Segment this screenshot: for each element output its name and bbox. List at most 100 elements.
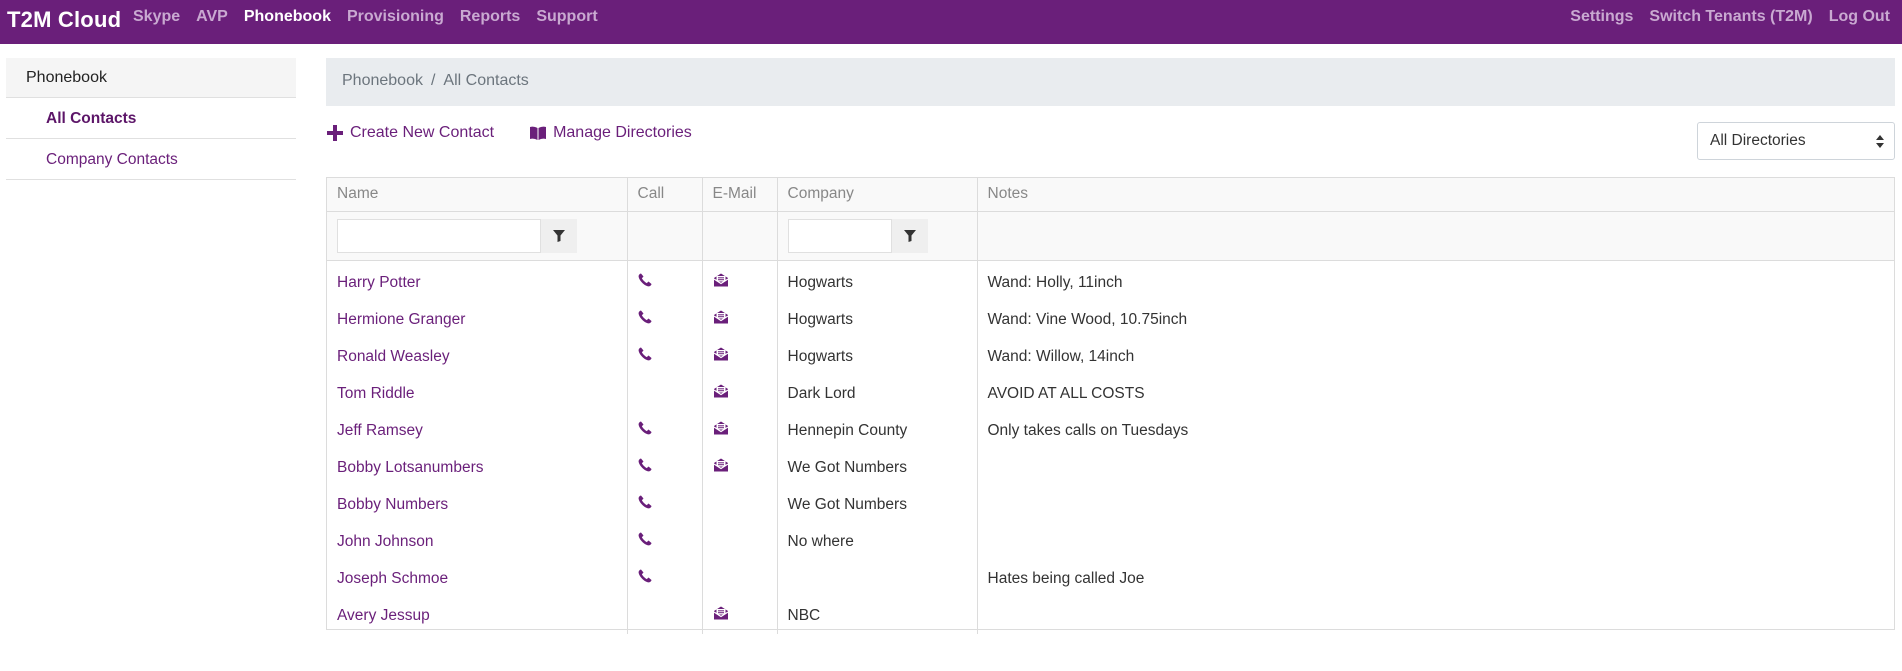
- contact-rows: Harry Potter Hogwarts Wand: Holly, 11inch H…: [327, 260, 1894, 634]
- plus-icon: [327, 125, 343, 141]
- contact-name-link[interactable]: Harry Potter: [337, 274, 421, 291]
- email-icon[interactable]: [713, 606, 729, 625]
- table-row: Bobby Numbers We Got Numbers: [327, 486, 1894, 523]
- table-row: Jeff Ramsey Hennepin County Only takes cal…: [327, 412, 1894, 449]
- contact-notes: Wand: Vine Wood, 10.75inch: [987, 310, 1188, 328]
- company-filter-button[interactable]: [891, 218, 928, 253]
- name-filter: [337, 218, 617, 253]
- sort-caret-icon: [1876, 135, 1884, 148]
- nav-avp[interactable]: AVP: [196, 8, 228, 26]
- top-navbar: T2M Cloud Skype AVP Phonebook Provisioni…: [0, 0, 1902, 44]
- nav-settings[interactable]: Settings: [1570, 8, 1633, 26]
- table-row: Harry Potter Hogwarts Wand: Holly, 11inch: [327, 260, 1894, 301]
- action-bar: Create New Contact Manage Directories: [326, 124, 727, 142]
- sidebar-item-all-contacts[interactable]: All Contacts: [6, 98, 296, 139]
- phone-icon[interactable]: [638, 532, 652, 551]
- nav-phonebook[interactable]: Phonebook: [244, 8, 331, 26]
- nav-support[interactable]: Support: [536, 8, 597, 26]
- breadcrumb-separator: /: [430, 72, 436, 89]
- column-header-call[interactable]: Call: [627, 178, 703, 212]
- email-icon[interactable]: [713, 273, 729, 292]
- table-row: John Johnson No where: [327, 523, 1894, 560]
- book-icon: [530, 126, 547, 140]
- contact-notes: Only takes calls on Tuesdays: [987, 421, 1189, 439]
- contact-company: We Got Numbers: [777, 486, 978, 523]
- contact-notes: Hates being called Joe: [987, 569, 1145, 587]
- email-icon[interactable]: [713, 347, 729, 366]
- company-filter-input[interactable]: [787, 218, 892, 253]
- contact-name-link[interactable]: Joseph Schmoe: [337, 570, 448, 587]
- nav-switch-tenants[interactable]: Switch Tenants (T2M): [1649, 8, 1812, 26]
- contact-notes: [977, 523, 1894, 560]
- contact-company: Hogwarts: [777, 260, 978, 301]
- column-header-notes[interactable]: Notes: [977, 178, 1894, 212]
- email-icon[interactable]: [713, 458, 729, 477]
- contact-notes: [977, 449, 1894, 486]
- contact-name-link[interactable]: Jeff Ramsey: [337, 422, 423, 439]
- email-icon[interactable]: [713, 421, 729, 440]
- column-header-name[interactable]: Name: [327, 178, 628, 212]
- manage-directories-label: Manage Directories: [553, 124, 692, 141]
- nav-log-out[interactable]: Log Out: [1829, 8, 1890, 26]
- contacts-table: Name Call E-Mail Company Notes Harry Pot…: [326, 177, 1895, 634]
- table-row: Hermione Granger Hogwarts Wand: Vine Wood,…: [327, 301, 1894, 338]
- contact-name-link[interactable]: Bobby Lotsanumbers: [337, 459, 483, 476]
- table-row: Tom Riddle Dark Lord AVOID AT ALL COSTS: [327, 375, 1894, 412]
- contact-company: Dark Lord: [777, 375, 978, 412]
- phone-icon[interactable]: [638, 421, 652, 440]
- sidebar-item-company-contacts[interactable]: Company Contacts: [6, 139, 296, 180]
- sidebar-header: Phonebook: [6, 58, 296, 98]
- contact-notes: Wand: Willow, 14inch: [987, 347, 1135, 365]
- table-row: Ronald Weasley Hogwarts Wand: Willow, 14in…: [327, 338, 1894, 375]
- contact-name-link[interactable]: Avery Jessup: [337, 607, 430, 624]
- filter-icon: [553, 229, 565, 242]
- nav-reports[interactable]: Reports: [460, 8, 520, 26]
- company-filter: [787, 218, 967, 253]
- create-contact-button[interactable]: Create New Contact: [326, 124, 494, 142]
- contact-name-link[interactable]: Ronald Weasley: [337, 348, 450, 365]
- contact-company: Hennepin County: [777, 412, 978, 449]
- directory-select[interactable]: All Directories: [1697, 122, 1895, 160]
- nav-provisioning[interactable]: Provisioning: [347, 8, 444, 26]
- nav-left: Skype AVP Phonebook Provisioning Reports…: [133, 8, 598, 26]
- breadcrumb: Phonebook / All Contacts: [326, 58, 1895, 106]
- phone-icon[interactable]: [638, 495, 652, 514]
- contact-company: [777, 560, 978, 597]
- contact-name-link[interactable]: John Johnson: [337, 533, 434, 550]
- nav-right: Settings Switch Tenants (T2M) Log Out: [1570, 8, 1890, 26]
- sidebar: Phonebook All Contacts Company Contacts: [6, 58, 296, 180]
- phone-icon[interactable]: [638, 458, 652, 477]
- breadcrumb-phonebook[interactable]: Phonebook: [342, 72, 423, 89]
- column-header-email[interactable]: E-Mail: [702, 178, 778, 212]
- directory-select-value: All Directories: [1710, 132, 1806, 149]
- contact-notes: [977, 597, 1894, 634]
- contact-company: We Got Numbers: [777, 449, 978, 486]
- manage-directories-button[interactable]: Manage Directories: [529, 124, 692, 142]
- contact-company: No where: [777, 523, 978, 560]
- brand-logo[interactable]: T2M Cloud: [7, 7, 121, 33]
- contact-notes: Wand: Holly, 11inch: [987, 273, 1123, 291]
- email-icon[interactable]: [713, 384, 729, 403]
- filter-icon: [903, 229, 916, 242]
- name-filter-button[interactable]: [541, 218, 577, 253]
- contact-company: Hogwarts: [777, 338, 978, 375]
- email-icon[interactable]: [713, 310, 729, 329]
- column-header-company[interactable]: Company: [777, 178, 978, 212]
- contact-notes: [977, 486, 1894, 523]
- contact-name-link[interactable]: Bobby Numbers: [337, 496, 448, 513]
- nav-skype[interactable]: Skype: [133, 8, 180, 26]
- breadcrumb-current: All Contacts: [443, 72, 529, 89]
- contact-name-link[interactable]: Hermione Granger: [337, 311, 465, 328]
- table-row: Joseph Schmoe Hates being called Joe: [327, 560, 1894, 597]
- phone-icon[interactable]: [638, 347, 652, 366]
- phone-icon[interactable]: [638, 310, 652, 329]
- table-row: Avery Jessup NBC: [327, 597, 1894, 634]
- create-contact-label: Create New Contact: [350, 124, 495, 141]
- phone-icon[interactable]: [638, 273, 652, 292]
- name-filter-input[interactable]: [337, 218, 541, 253]
- contact-company: Hogwarts: [777, 301, 978, 338]
- contact-name-link[interactable]: Tom Riddle: [337, 385, 415, 402]
- table-row: Bobby Lotsanumbers We Got Numbers: [327, 449, 1894, 486]
- contact-company: NBC: [777, 597, 978, 634]
- phone-icon[interactable]: [638, 569, 652, 588]
